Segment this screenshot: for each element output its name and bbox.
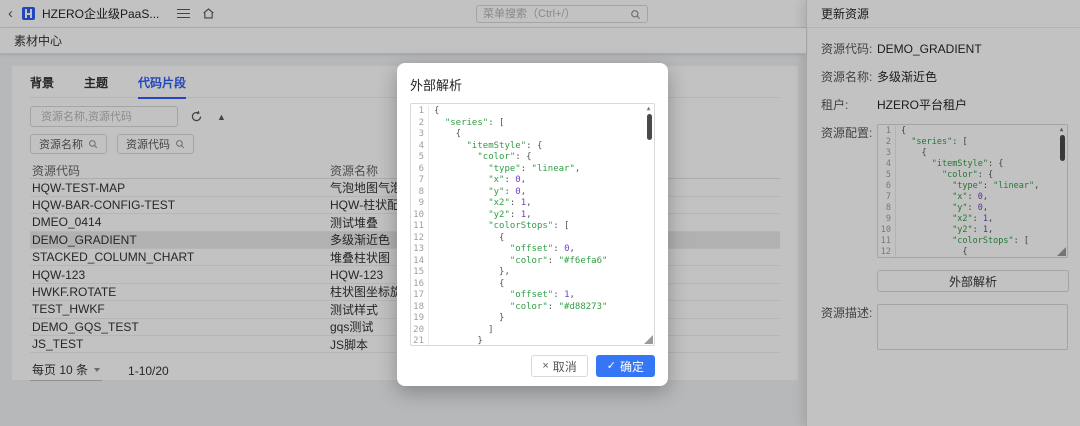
code-line: 17 "offset": 1,	[411, 290, 654, 302]
line-number: 14	[411, 255, 429, 267]
code-line: 18 "color": "#d88273"	[411, 301, 654, 313]
line-number: 9	[411, 198, 429, 210]
code-line: 12 {	[411, 232, 654, 244]
confirm-button[interactable]: ✓ 确定	[595, 355, 655, 377]
line-number: 4	[411, 140, 429, 152]
code-line: 19 }	[411, 313, 654, 325]
code-line: 4 "itemStyle": {	[411, 140, 654, 152]
parse-code-editor[interactable]: 1{2 "series": [3 {4 "itemStyle": {5 "col…	[410, 103, 655, 346]
close-icon: ×	[542, 359, 549, 372]
code-line: 8 "y": 0,	[411, 186, 654, 198]
code-line: 5 "color": {	[411, 152, 654, 164]
code-line: 11 "colorStops": [	[411, 221, 654, 233]
modal-title: 外部解析	[410, 78, 463, 93]
line-number: 20	[411, 324, 429, 336]
line-number: 7	[411, 175, 429, 187]
line-number: 12	[411, 232, 429, 244]
line-number: 6	[411, 163, 429, 175]
code-line: 7 "x": 0,	[411, 175, 654, 187]
line-number: 8	[411, 186, 429, 198]
line-number: 5	[411, 152, 429, 164]
cancel-button[interactable]: × 取消	[531, 355, 588, 377]
code-line: 3 {	[411, 129, 654, 141]
confirm-label: 确定	[619, 359, 644, 374]
line-number: 18	[411, 301, 429, 313]
line-number: 10	[411, 209, 429, 221]
line-number: 2	[411, 117, 429, 129]
code-line: 2 "series": [	[411, 117, 654, 129]
scrollbar-thumb[interactable]	[646, 114, 652, 140]
line-number: 19	[411, 313, 429, 325]
code-line: 16 {	[411, 278, 654, 290]
code-line: 20 ]	[411, 324, 654, 336]
code-line: 6 "type": "linear",	[411, 163, 654, 175]
code-line: 13 "offset": 0,	[411, 244, 654, 256]
line-number: 11	[411, 221, 429, 233]
resize-grip-icon[interactable]	[644, 335, 653, 344]
code-line: 10 "y2": 1,	[411, 209, 654, 221]
code-line: 14 "color": "#f6efa6"	[411, 255, 654, 267]
code-line: 15 },	[411, 267, 654, 279]
line-number: 17	[411, 290, 429, 302]
scrollbar-up-icon[interactable]: ▲	[644, 105, 653, 113]
modal-footer: × 取消 ✓ 确定	[410, 355, 655, 377]
line-number: 1	[411, 106, 429, 118]
check-icon: ✓	[606, 359, 616, 372]
line-number: 13	[411, 244, 429, 256]
line-number: 21	[411, 336, 429, 345]
code-line: 21 }	[411, 336, 654, 345]
code-line: 1{	[411, 106, 654, 118]
line-number: 3	[411, 129, 429, 141]
line-number: 16	[411, 278, 429, 290]
cancel-label: 取消	[552, 359, 577, 374]
code-line: 9 "x2": 1,	[411, 198, 654, 210]
line-number: 15	[411, 267, 429, 279]
external-parse-modal: 外部解析 1{2 "series": [3 {4 "itemStyle": {5…	[397, 63, 668, 386]
